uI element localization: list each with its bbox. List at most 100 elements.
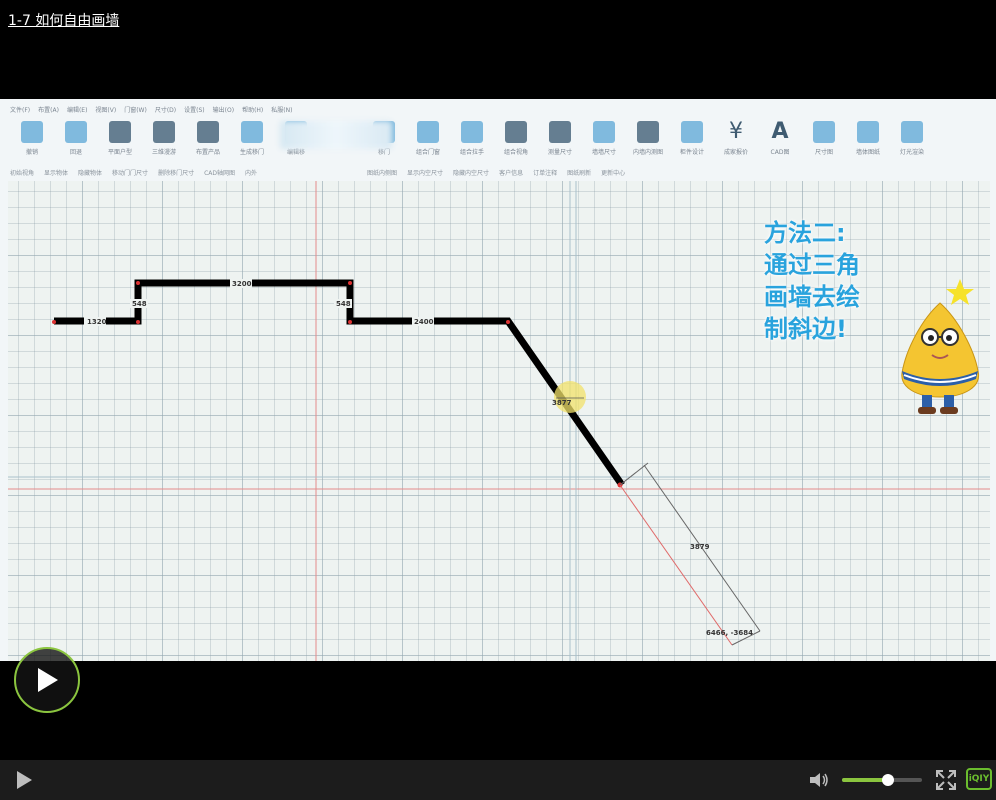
place-product-icon [197, 121, 219, 143]
menu-item[interactable]: 设置(S) [184, 105, 205, 114]
subbar-item[interactable]: 更新中心 [601, 168, 625, 177]
caption-line-3: 画墙去绘 [764, 283, 860, 311]
menu-item[interactable]: 输出(O) [213, 105, 234, 114]
3d-view-icon [153, 121, 175, 143]
subbar-item[interactable]: 内外 [245, 168, 257, 177]
toolbar-button[interactable]: 布置产品 [186, 117, 230, 163]
floorplan-icon [109, 121, 131, 143]
toolbar-button[interactable]: 组合拉手 [450, 117, 494, 163]
cad-icon: A [771, 119, 789, 144]
dim-label-5: 2400 [414, 318, 434, 326]
volume-slider-handle[interactable] [882, 774, 895, 786]
subbar-item[interactable]: 移动门门尺寸 [112, 168, 148, 177]
subbar-item[interactable]: 图纸内侧图 [367, 168, 397, 177]
toolbar-button[interactable]: 灯光渲染 [890, 117, 934, 163]
toolbar-button[interactable]: 生成移门 [230, 117, 274, 163]
dim-label-6: 3877 [552, 399, 572, 407]
video-frame[interactable]: 文件(F) 布置(A) 编辑(E) 视图(V) 门窗(W) 尺寸(D) 设置(S) 输出(O)… [0, 99, 996, 661]
quote-icon: ¥ [729, 119, 743, 144]
menu-item[interactable]: 布置(A) [38, 105, 59, 114]
toolbar-button-label: 墙墙尺寸 [591, 149, 616, 156]
toolbar-button-label: 组合视角 [503, 149, 528, 156]
toolbar-button-label: 组合门窗 [415, 149, 440, 156]
subbar-item[interactable]: 订单注释 [533, 168, 557, 177]
fullscreen-icon[interactable] [936, 770, 956, 790]
app-menubar: 文件(F) 布置(A) 编辑(E) 视图(V) 门窗(W) 尺寸(D) 设置(S) 输出(O)… [10, 101, 986, 117]
toolbar-button[interactable]: 三维漫游 [142, 117, 186, 163]
dimension-icon [813, 121, 835, 143]
dim-label-7: 3879 [690, 543, 710, 551]
toolbar-button-label: 回退 [69, 149, 82, 156]
menu-item[interactable]: 私服(N) [271, 105, 292, 114]
measure-icon [549, 121, 571, 143]
toolbar-button[interactable]: 内墙内测图 [626, 117, 670, 163]
subbar-item[interactable]: 初始视角 [10, 168, 34, 177]
toolbar-button-label: 内墙内测图 [632, 149, 663, 156]
toolbar-button[interactable]: 平面户型 [98, 117, 142, 163]
menu-item[interactable]: 尺寸(D) [155, 105, 176, 114]
toolbar-button[interactable]: 测量尺寸 [538, 117, 582, 163]
brand-logo[interactable]: iQIY [966, 768, 992, 790]
combine-door-icon [417, 121, 439, 143]
toolbar-button[interactable]: 撤销 [10, 117, 54, 163]
subbar-item[interactable]: 显示物体 [44, 168, 68, 177]
menu-item[interactable]: 视图(V) [95, 105, 116, 114]
caption-line-1: 方法二: [764, 219, 846, 247]
wall-polyline [54, 279, 625, 487]
toolbar-button-label: 生成移门 [239, 149, 264, 156]
dim-label-3: 3200 [232, 280, 252, 288]
toolbar-button-label: 成家报价 [723, 149, 748, 156]
dim-label-4: 548 [336, 300, 351, 308]
menu-item[interactable]: 文件(F) [10, 105, 30, 114]
toolbar-button[interactable]: 墙体图纸 [846, 117, 890, 163]
toolbar-button[interactable]: 尺寸图 [802, 117, 846, 163]
subbar-item[interactable]: 隐藏物体 [78, 168, 102, 177]
subbar-item[interactable]: 删除移门尺寸 [158, 168, 194, 177]
toolbar-button-label: 三维漫游 [151, 149, 176, 156]
mascot-icon [901, 279, 979, 414]
toolbar-button-label: 柜件设计 [679, 149, 704, 156]
menu-item[interactable]: 编辑(E) [67, 105, 87, 114]
toolbar-button-label: 灯光渲染 [899, 149, 924, 156]
toolbar-button-label: 墙体图纸 [855, 149, 880, 156]
toolbar-button-label: 平面户型 [107, 149, 132, 156]
subbar-item[interactable]: CAD轴网图 [204, 168, 235, 177]
toolbar-button[interactable]: ¥ 成家报价 [714, 117, 758, 163]
app-toolbar: 撤销 回退 平面户型 三维漫游 布置产品 生成移门 编辑移 移门 组合门窗 组合拉手 组合视角 测量尺… [10, 117, 986, 163]
subbar-item[interactable]: 隐藏内空尺寸 [453, 168, 489, 177]
dim-label-1: 1320 [87, 318, 107, 326]
undo-icon [21, 121, 43, 143]
redo-icon [65, 121, 87, 143]
menu-item[interactable]: 帮助(H) [242, 105, 263, 114]
inner-wall-icon [637, 121, 659, 143]
dim-label-2: 548 [132, 300, 147, 308]
cabinet-icon [681, 121, 703, 143]
triangle-hypotenuse [619, 484, 733, 646]
toolbar-button[interactable]: A CAD图 [758, 117, 802, 163]
toolbar-button-label: 测量尺寸 [547, 149, 572, 156]
volume-slider[interactable] [842, 774, 922, 786]
volume-icon[interactable] [808, 771, 830, 789]
caption-line-2: 通过三角 [764, 251, 860, 279]
video-title[interactable]: 1-7 如何自由画墙 [8, 10, 119, 30]
menu-item[interactable]: 门窗(W) [124, 105, 147, 114]
big-play-button[interactable] [14, 647, 80, 713]
combine-handle-icon [461, 121, 483, 143]
wall-drawing-icon [857, 121, 879, 143]
toolbar-button-label: CAD图 [770, 149, 790, 156]
combine-view-icon [505, 121, 527, 143]
play-icon-small[interactable] [14, 770, 34, 790]
subbar-item[interactable]: 客户信息 [499, 168, 523, 177]
toolbar-button[interactable]: 柜件设计 [670, 117, 714, 163]
toolbar-button[interactable]: 组合门窗 [406, 117, 450, 163]
player-control-bar: iQIY [0, 760, 996, 800]
subbar-item[interactable]: 显示内空尺寸 [407, 168, 443, 177]
coord-readout: 6466, -3684 [706, 629, 753, 637]
render-icon [901, 121, 923, 143]
toolbar-button[interactable]: 组合视角 [494, 117, 538, 163]
toolbar-button[interactable]: 墙墙尺寸 [582, 117, 626, 163]
toolbar-button[interactable]: 回退 [54, 117, 98, 163]
subbar-item[interactable]: 图纸刷新 [567, 168, 591, 177]
wall-size-icon [593, 121, 615, 143]
toolbar-button-label: 组合拉手 [459, 149, 484, 156]
